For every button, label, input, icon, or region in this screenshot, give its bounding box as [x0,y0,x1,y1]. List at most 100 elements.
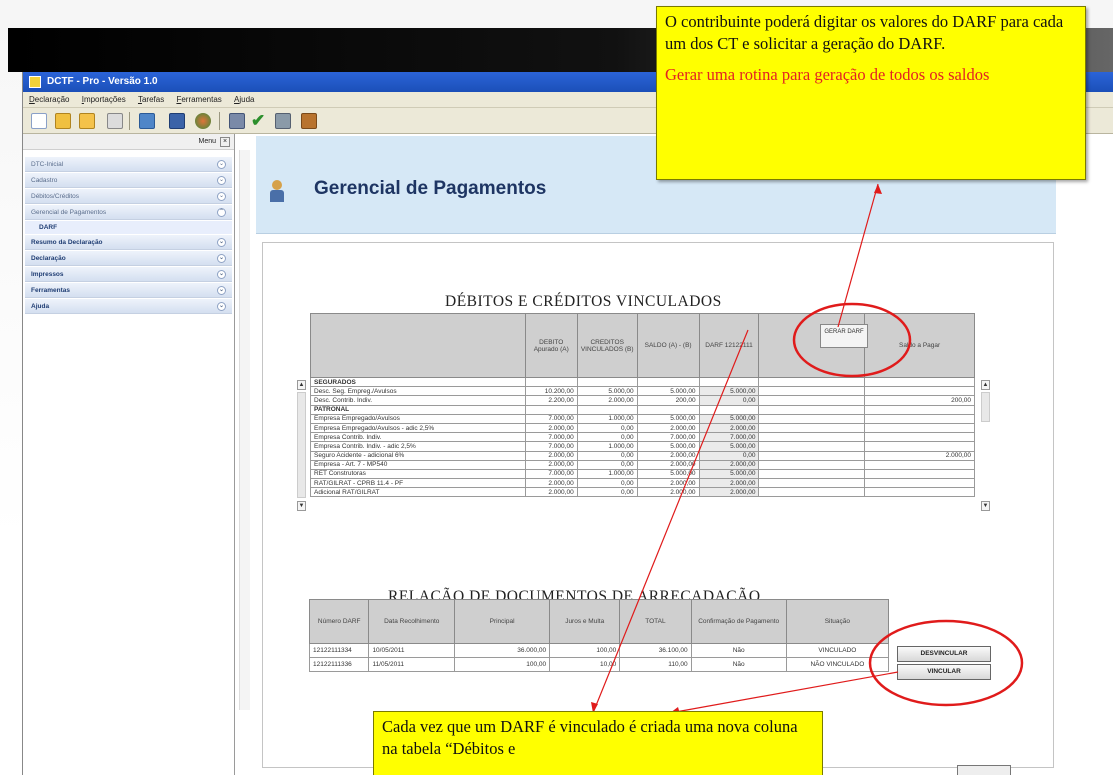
table-cell [636,404,700,415]
table-row: RET Construtoras 7.000,00 1.000,00 5.000,00… [310,468,975,480]
table-cell: 100,00 [454,657,551,672]
table-cell: 110,00 [619,657,692,672]
sidebar-item-declaracao[interactable]: Declaração ⌄ [25,251,232,266]
table-cell: 2.200,00 [524,395,578,406]
table-cell [758,468,866,480]
sidebar-item-ferramentas[interactable]: Ferramentas ⌄ [25,283,232,298]
sidebar-item-dtc-inicial[interactable]: DTC-Inicial ⌄ [25,157,232,172]
table-cell[interactable]: 2.000,00 [698,459,760,470]
sidebar-item-label: Débitos/Créditos [31,193,80,200]
table-header: TOTAL [619,599,692,644]
table-header: Juros e Multa [549,599,621,644]
table-scroll-up-left-icon[interactable]: ▲ [297,380,306,390]
print-icon[interactable] [229,113,245,129]
row-label-cell: Empresa Contrib. Indiv. [310,432,526,443]
sidebar-item-ajuda[interactable]: Ajuda ⌄ [25,299,232,314]
menu-ajuda[interactable]: Ajuda [234,92,254,108]
collapse-menu-icon[interactable]: × [220,137,230,147]
table-cell [864,404,975,415]
table-scrollbar-right[interactable] [981,392,990,422]
row-label-cell: RAT/GILRAT - CPRB 11.4 - PF [310,478,526,489]
open-icon[interactable] [55,113,71,129]
table-cell: 0,00 [576,432,638,443]
chevron-down-icon: ⌄ [217,254,226,263]
debitos-creditos-table: DEBITO Apurado (A) CREDITOS VINCULADOS (… [310,313,975,498]
row-label-cell: RET Construtoras [310,468,526,480]
table-scroll-down-left-icon[interactable]: ▼ [297,501,306,511]
table-scrollbar-left[interactable] [297,392,306,498]
table-row: Empresa - Art. 7 - MP540 2.000,00 0,00 2.00… [310,459,975,470]
sidebar-subitem-darf[interactable]: DARF [25,221,232,234]
sidebar-scrollbar[interactable] [239,150,250,710]
table-row: Empresa Contrib. Indiv. 7.000,00 0,00 7.000… [310,432,975,443]
main-panel: Gerencial de Pagamentos DÉBITOS E CRÉDIT… [256,134,1113,775]
table-cell: 36.100,00 [619,643,692,658]
new-icon[interactable] [31,113,47,129]
table-cell[interactable]: 7.000,00 [698,432,760,443]
folder-icon[interactable] [79,113,95,129]
table-cell[interactable]: 5.000,00 [698,468,760,480]
table-cell [864,413,975,424]
table-cell[interactable]: 0,00 [698,395,760,406]
table-cell[interactable]: 2.000,00 [698,478,760,489]
table-cell: 5.000,00 [636,413,700,424]
menu-ferramentas[interactable]: Ferramentas [176,92,221,108]
exit-icon[interactable] [301,113,317,129]
gerar-darf-button[interactable]: GERAR DARF [820,324,868,348]
table-scroll-down-right-icon[interactable]: ▼ [981,501,990,511]
toolbar-separator [219,112,220,130]
vincular-button[interactable]: VINCULAR [897,664,991,680]
table-cell: 2.000,00 [524,459,578,470]
sidebar-item-impressos[interactable]: Impressos ⌄ [25,267,232,282]
delete-icon[interactable] [107,113,123,129]
table-cell [758,450,866,461]
table-cell: 11/05/2011 [368,657,456,672]
sidebar-item-gerencial-pagamentos[interactable]: Gerencial de Pagamentos ⌃ [25,205,232,220]
sidebar-item-label: Gerencial de Pagamentos [31,209,107,216]
menu-tarefas[interactable]: Tarefas [138,92,164,108]
table-cell [864,376,975,388]
table-cell [758,487,866,498]
table-cell[interactable] [698,376,760,388]
import-icon[interactable] [139,113,155,129]
refresh-icon[interactable] [195,113,211,129]
row-label-cell: Adicional RAT/GILRAT [310,487,526,498]
menu-importacoes[interactable]: Importações [82,92,126,108]
menu-declaracao[interactable]: Declaração [29,92,69,108]
sidebar-item-cadastro[interactable]: Cadastro ⌄ [25,173,232,188]
table-row[interactable]: 12122111334 10/05/2011 36.000,00 100,00 36.1… [308,643,890,658]
table-cell [864,487,975,498]
table-cell [576,404,638,415]
row-label-cell: Desc. Seg. Empreg./Avulsos [310,386,526,397]
sidebar-item-resumo-declaracao[interactable]: Resumo da Declaração ⌄ [25,235,232,250]
table-header: DARF 12122111 [698,313,760,378]
calculator-icon[interactable] [275,113,291,129]
table-cell: 7.000,00 [636,432,700,443]
check-icon[interactable]: ✔ [251,112,267,129]
row-label-cell: Seguro Acidente - adicional 6% [310,450,526,461]
table-cell [758,422,866,434]
desvincular-button[interactable]: DESVINCULAR [897,646,991,662]
table-cell [524,376,578,388]
row-label-cell: Empresa Contrib. Indiv. - adic 2,5% [310,441,526,452]
table-cell[interactable]: 2.000,00 [698,487,760,498]
table-row: Empresa Empregado/Avulsos - adic 2,5% 2.0… [310,422,975,434]
table-cell[interactable]: 0,00 [698,450,760,461]
table-cell: 0,00 [576,459,638,470]
table-cell: 10/05/2011 [368,643,456,658]
table-cell: 1.000,00 [576,441,638,452]
table-cell[interactable]: 5.000,00 [698,386,760,397]
table-cell[interactable] [698,404,760,415]
sidebar-item-debitos-creditos[interactable]: Débitos/Créditos ⌄ [25,189,232,204]
table-row[interactable]: 12122111336 11/05/2011 100,00 10,00 110,00 Nã… [308,657,890,672]
table-cell: 5.000,00 [576,386,638,397]
dialog-button-partial[interactable] [957,765,1011,775]
table-scroll-up-right-icon[interactable]: ▲ [981,380,990,390]
table-cell[interactable]: 2.000,00 [698,422,760,434]
table-cell[interactable]: 5.000,00 [698,413,760,424]
table-cell[interactable]: 5.000,00 [698,441,760,452]
table-cell: 2.000,00 [576,395,638,406]
table-cell: 5.000,00 [636,441,700,452]
table-cell: 0,00 [576,478,638,489]
save-icon[interactable] [169,113,185,129]
